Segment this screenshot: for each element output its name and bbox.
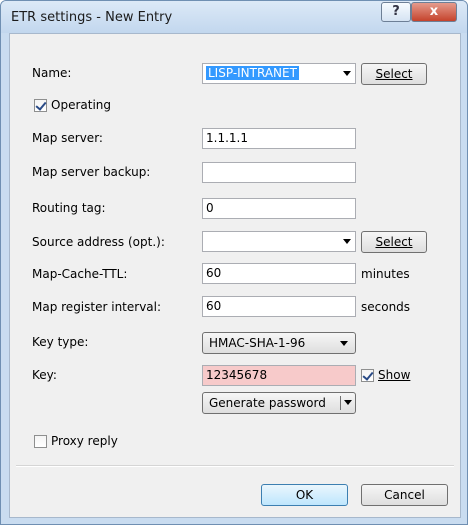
close-button[interactable]: x: [411, 2, 457, 22]
map-register-interval-label: Map register interval:: [32, 300, 162, 314]
dialog-window: ETR settings - New Entry ? x Name: LISP-…: [0, 0, 468, 525]
ok-button[interactable]: OK: [261, 484, 348, 506]
name-select-label: Select: [375, 67, 413, 81]
dialog-body: Name: LISP-INTRANET Select Operating Map…: [9, 33, 461, 518]
name-select-button[interactable]: Select: [361, 63, 427, 85]
chevron-down-icon[interactable]: [343, 239, 351, 244]
source-address-select-button[interactable]: Select: [361, 231, 427, 253]
key-input[interactable]: 12345678: [202, 365, 356, 386]
title-bar: ETR settings - New Entry ? x: [1, 1, 467, 33]
name-label: Name:: [32, 66, 72, 80]
footer-divider: [16, 465, 454, 467]
map-server-input[interactable]: 1.1.1.1: [202, 128, 356, 149]
generate-password-label: Generate password: [209, 396, 326, 410]
generate-password-button[interactable]: Generate password: [202, 392, 356, 414]
source-address-select-label: Select: [375, 235, 413, 249]
key-type-value: HMAC-SHA-1-96: [209, 336, 306, 350]
chevron-down-icon[interactable]: [340, 341, 348, 346]
source-address-label: Source address (opt.):: [32, 235, 165, 249]
generate-options-chevron-down-icon[interactable]: [344, 400, 352, 405]
operating-checkbox[interactable]: [34, 99, 47, 112]
show-key-label: Show: [378, 368, 411, 382]
key-label: Key:: [32, 368, 57, 382]
routing-tag-label: Routing tag:: [32, 201, 106, 215]
map-cache-ttl-label: Map-Cache-TTL:: [32, 267, 128, 281]
proxy-reply-checkbox[interactable]: [34, 435, 47, 448]
map-register-interval-unit: seconds: [361, 300, 411, 314]
name-combobox[interactable]: LISP-INTRANET: [202, 63, 356, 84]
help-button[interactable]: ?: [381, 2, 411, 22]
key-type-dropdown[interactable]: HMAC-SHA-1-96: [202, 332, 356, 354]
map-cache-ttl-unit: minutes: [361, 267, 410, 281]
proxy-reply-label: Proxy reply: [51, 434, 118, 448]
name-value: LISP-INTRANET: [206, 66, 299, 80]
operating-label: Operating: [51, 98, 111, 112]
cancel-button[interactable]: Cancel: [361, 484, 448, 506]
source-address-combobox[interactable]: [202, 231, 356, 252]
map-register-interval-input[interactable]: 60: [202, 296, 356, 317]
window-title: ETR settings - New Entry: [11, 10, 173, 25]
chevron-down-icon[interactable]: [343, 71, 351, 76]
key-type-label: Key type:: [32, 335, 89, 349]
map-server-label: Map server:: [32, 131, 103, 145]
split-divider: [340, 396, 341, 410]
show-key-checkbox[interactable]: [361, 369, 374, 382]
map-cache-ttl-input[interactable]: 60: [202, 263, 356, 284]
map-server-backup-input[interactable]: [202, 162, 356, 183]
map-server-backup-label: Map server backup:: [32, 165, 151, 179]
routing-tag-input[interactable]: 0: [202, 198, 356, 219]
